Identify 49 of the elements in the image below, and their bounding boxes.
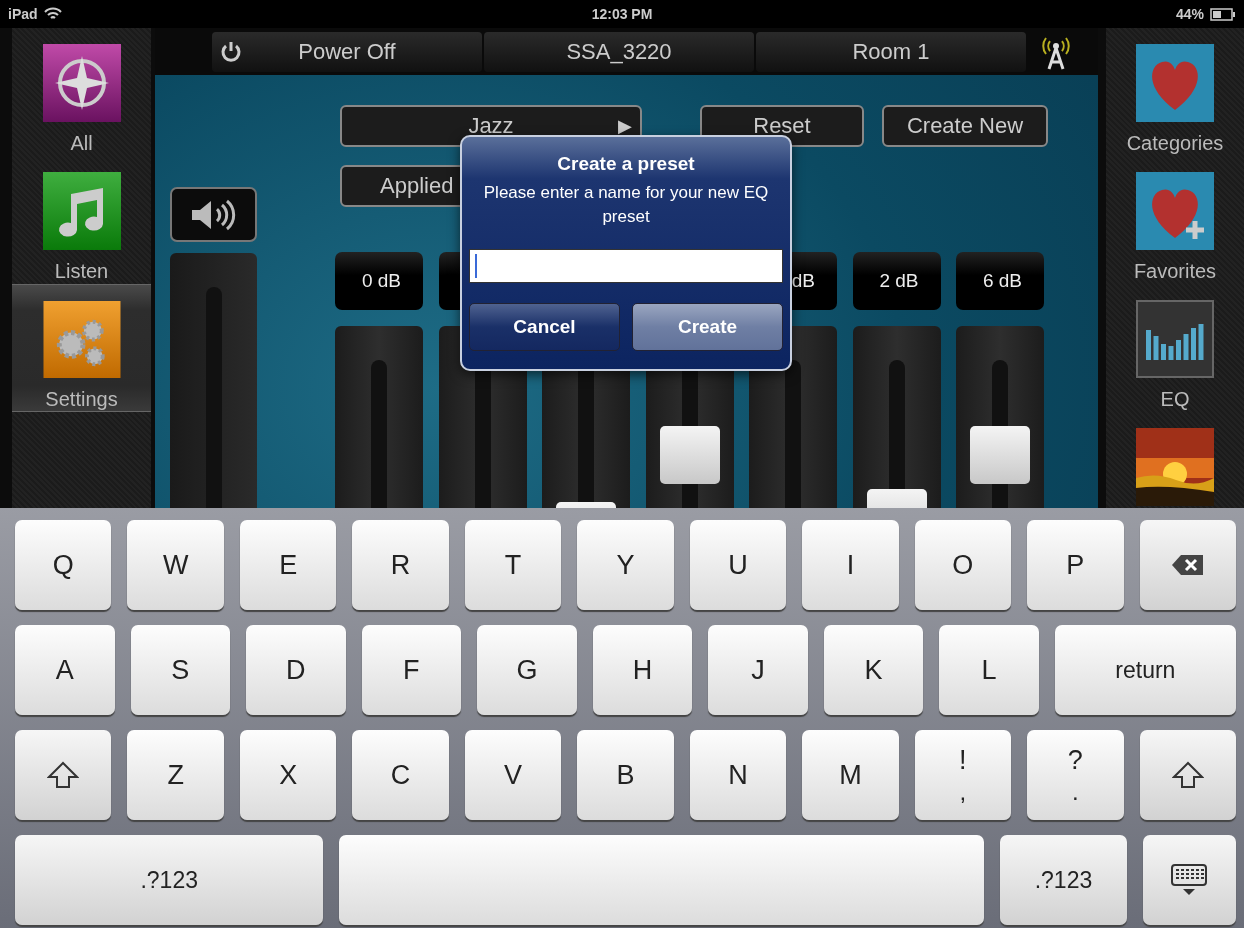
key[interactable]: N bbox=[689, 730, 787, 820]
device-selector[interactable]: SSA_3220 bbox=[484, 31, 754, 72]
sidebar-item[interactable]: Settings bbox=[12, 284, 151, 412]
key[interactable]: F bbox=[361, 625, 462, 715]
key[interactable]: R bbox=[352, 520, 449, 610]
gain-label: 6 dB bbox=[956, 252, 1044, 310]
gain-label: 2 dB bbox=[852, 252, 941, 310]
key[interactable]: ! , bbox=[914, 730, 1012, 820]
key[interactable]: A bbox=[15, 625, 115, 715]
key[interactable]: ? . bbox=[1027, 730, 1124, 820]
sidebar-item[interactable]: Categories bbox=[1106, 28, 1244, 156]
dialog-button[interactable]: Cancel bbox=[469, 303, 620, 351]
sidebar-item[interactable]: Favorites bbox=[1106, 156, 1244, 284]
key[interactable]: I bbox=[802, 520, 899, 610]
key[interactable]: G bbox=[477, 625, 577, 715]
numbers-key[interactable]: .?123 bbox=[1000, 835, 1127, 925]
key[interactable]: L bbox=[939, 625, 1039, 715]
power-button[interactable]: Power Off bbox=[212, 31, 482, 72]
numbers-key[interactable]: .?123 bbox=[15, 835, 324, 925]
key[interactable]: Z bbox=[127, 730, 224, 820]
return-key[interactable]: return bbox=[1054, 625, 1236, 715]
key[interactable]: W bbox=[127, 520, 224, 610]
clock: 12:03 PM bbox=[591, 6, 653, 22]
gain-label: 0 dB bbox=[335, 252, 423, 310]
key[interactable]: M bbox=[802, 730, 899, 820]
key[interactable]: V bbox=[464, 730, 562, 820]
key[interactable]: S bbox=[130, 625, 231, 715]
device-name: iPad bbox=[8, 6, 38, 22]
key[interactable]: K bbox=[823, 625, 924, 715]
key[interactable]: U bbox=[689, 520, 787, 610]
key[interactable]: Q bbox=[15, 520, 112, 610]
key[interactable]: P bbox=[1027, 520, 1124, 610]
battery-percent: 44% bbox=[1175, 6, 1204, 22]
key[interactable]: O bbox=[914, 520, 1012, 610]
key[interactable]: J bbox=[708, 625, 808, 715]
key[interactable]: C bbox=[352, 730, 449, 820]
sidebar-item[interactable]: Listen bbox=[12, 156, 151, 284]
sidebar-item[interactable]: All bbox=[12, 28, 151, 156]
key[interactable]: E bbox=[239, 520, 337, 610]
key[interactable]: D bbox=[246, 625, 346, 715]
key[interactable]: B bbox=[577, 730, 674, 820]
create-new-button[interactable]: Create New bbox=[882, 105, 1048, 147]
dialog-button[interactable]: Create bbox=[632, 303, 783, 351]
sidebar-item[interactable]: EQ bbox=[1106, 284, 1244, 412]
room-selector[interactable]: Room 1 bbox=[756, 31, 1026, 72]
key[interactable]: X bbox=[239, 730, 337, 820]
key[interactable]: T bbox=[464, 520, 562, 610]
key[interactable]: H bbox=[592, 625, 693, 715]
key[interactable]: Y bbox=[577, 520, 674, 610]
